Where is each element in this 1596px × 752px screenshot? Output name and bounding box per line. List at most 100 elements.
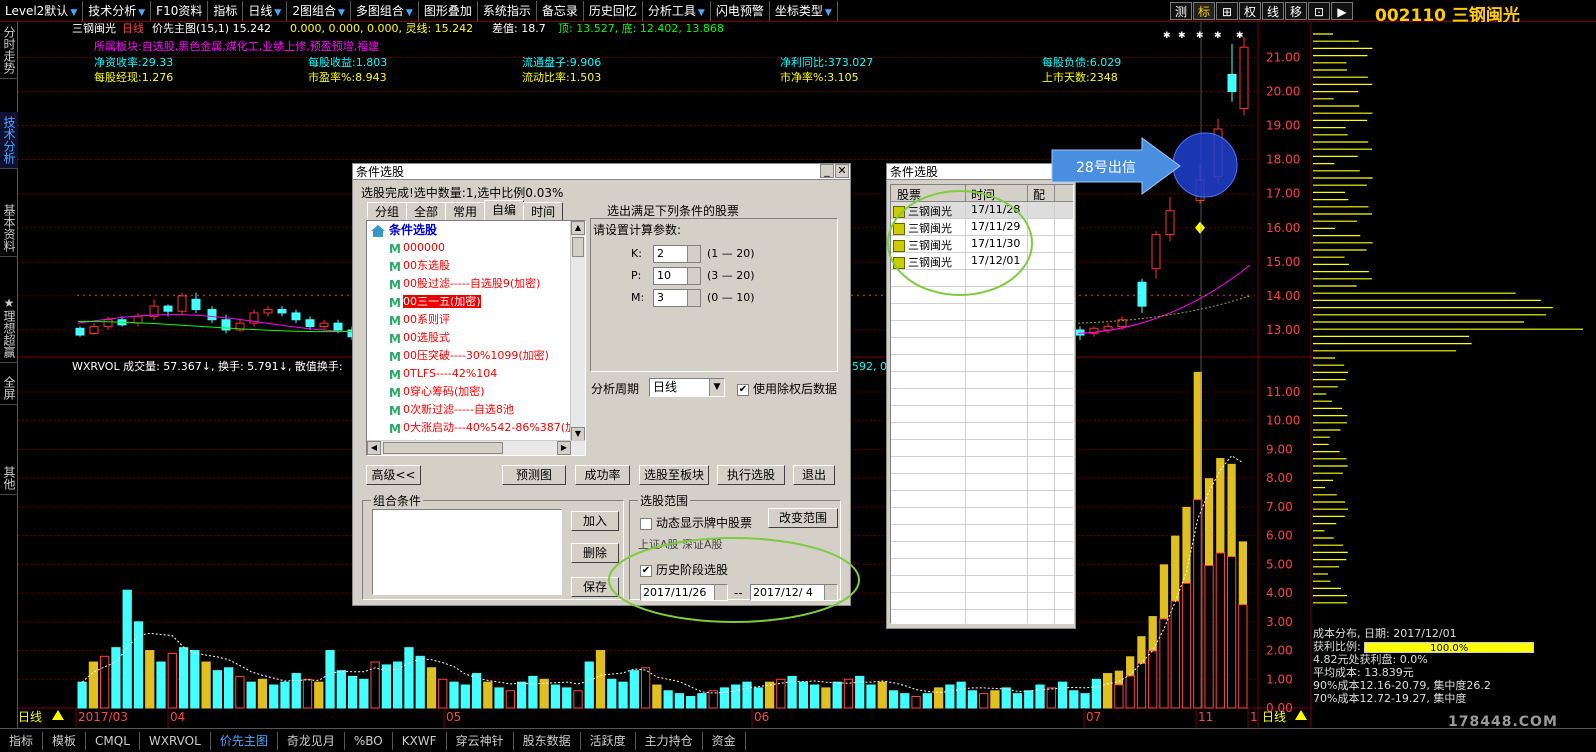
change-range-button[interactable]: 改变范围 — [768, 508, 838, 528]
date-to-spinner[interactable] — [824, 585, 837, 600]
menu-item-7[interactable]: 图形叠加 — [419, 0, 478, 21]
dialog-tab-1[interactable]: 全部 — [406, 202, 447, 220]
combo-list[interactable] — [372, 509, 562, 595]
menu-item-6[interactable]: 多图组合 ▼ — [351, 0, 419, 21]
history-row[interactable]: ✔ 历史阶段选股 — [640, 561, 728, 578]
result-row[interactable]: 三钢闽光 17/11/28 — [891, 202, 1073, 219]
param-input[interactable]: 3 — [653, 289, 701, 307]
date-to-input[interactable]: 2017/12/ 4 — [750, 584, 838, 601]
dropdown-arrow-icon[interactable]: ▼ — [825, 8, 832, 18]
tree-item[interactable]: M 0穿心筹码(加密) — [367, 383, 585, 401]
tree-item[interactable]: M 0大涨启动---40%542-86%387(加 — [367, 419, 585, 437]
result-row[interactable]: 三钢闽光 17/11/30 — [891, 236, 1073, 253]
toolbar-button-1[interactable]: 标 — [1193, 2, 1215, 20]
bottom-tab-3[interactable]: WXRVOL — [140, 731, 211, 750]
bottom-tab-6[interactable]: %BO — [345, 731, 393, 750]
menu-item-0[interactable]: Level2默认 ▼ — [0, 0, 84, 21]
left-tab-4[interactable]: 全屏 — [0, 372, 18, 405]
dropdown-arrow-icon[interactable]: ▼ — [338, 8, 345, 18]
toolbar-button-4[interactable]: 线 — [1262, 2, 1284, 20]
combo-button-2[interactable]: 保存 — [571, 577, 619, 597]
dropdown-arrow-icon[interactable]: ▼ — [274, 8, 281, 18]
result-row[interactable] — [891, 270, 1073, 287]
bottom-tab-8[interactable]: 穿云神针 — [447, 731, 514, 750]
menu-item-12[interactable]: 闪电预警 — [711, 0, 770, 21]
left-tab-0[interactable]: 分时走势 — [0, 22, 18, 79]
menu-item-2[interactable]: F10资料 — [151, 0, 209, 21]
result-row[interactable] — [891, 304, 1073, 321]
dropdown-arrow-icon[interactable]: ▼ — [406, 8, 413, 18]
toolbar-button-2[interactable]: ⊞ — [1216, 2, 1238, 20]
minimize-button[interactable]: _ — [820, 164, 834, 178]
date-from-spinner[interactable] — [714, 585, 727, 600]
menu-item-11[interactable]: 分析工具 ▼ — [643, 0, 711, 21]
menu-item-5[interactable]: 2图组合 ▼ — [287, 0, 351, 21]
result-row[interactable] — [891, 355, 1073, 372]
param-input[interactable]: 2 — [653, 245, 701, 263]
bottom-tab-9[interactable]: 股东数据 — [514, 731, 581, 750]
tree-item[interactable]: M 00选股式 — [367, 329, 585, 347]
result-row[interactable]: 三钢闽光 17/12/01 — [891, 253, 1073, 270]
use-adjusted-checkbox[interactable]: ✔ — [737, 383, 749, 396]
history-checkbox[interactable]: ✔ — [640, 564, 652, 577]
action-button-5[interactable]: 退出 — [793, 465, 835, 485]
left-tab-3[interactable]: ★理想超赢 — [0, 292, 18, 363]
toolbar-button-6[interactable]: ⊡ — [1308, 2, 1330, 20]
close-button[interactable]: ✕ — [835, 164, 849, 178]
toolbar-button-0[interactable]: 测 — [1170, 2, 1192, 20]
spinner-icon[interactable] — [687, 290, 700, 306]
tree-item[interactable]: M 00压突破----30%1099(加密) — [367, 347, 585, 365]
use-adjusted-row[interactable]: ✔ 使用除权后数据 — [737, 380, 837, 397]
combo-button-0[interactable]: 加入 — [571, 511, 619, 531]
left-tab-2[interactable]: 基本资料 — [0, 200, 18, 257]
result-row[interactable] — [891, 508, 1073, 525]
action-button-4[interactable]: 执行选股 — [717, 465, 785, 485]
dropdown-arrow-icon[interactable]: ▼ — [138, 8, 145, 18]
result-row[interactable] — [891, 525, 1073, 542]
result-row[interactable] — [891, 406, 1073, 423]
menu-item-9[interactable]: 备忘录 — [537, 0, 584, 21]
bottom-tab-5[interactable]: 奇龙见月 — [278, 731, 345, 750]
tree-item[interactable]: M 0TLFS----42%104 — [367, 365, 585, 383]
result-row[interactable] — [891, 372, 1073, 389]
dialog-tab-0[interactable]: 分组 — [367, 202, 408, 220]
tree-item[interactable]: M 00东选股 — [367, 257, 585, 275]
dropdown-arrow-icon[interactable]: ▼ — [709, 379, 724, 396]
bottom-tab-10[interactable]: 活跃度 — [581, 731, 636, 750]
col-match[interactable]: 配 — [1033, 186, 1045, 203]
menu-item-13[interactable]: 坐标类型 ▼ — [770, 0, 838, 21]
bottom-tab-0[interactable]: 指标 — [0, 731, 44, 750]
dialog-tab-3[interactable]: 自编 — [484, 200, 525, 220]
toolbar-button-7[interactable]: ▶ — [1331, 2, 1353, 20]
dropdown-arrow-icon[interactable]: ▼ — [698, 8, 705, 18]
action-button-3[interactable]: 选股至板块 — [639, 465, 709, 485]
menu-item-10[interactable]: 历史回忆 — [584, 0, 643, 21]
bottom-tab-1[interactable]: 模板 — [43, 731, 87, 750]
tree-root[interactable]: 条件选股 — [367, 221, 585, 239]
result-row[interactable] — [891, 338, 1073, 355]
period-select[interactable]: 日线 ▼ — [649, 378, 725, 397]
param-input[interactable]: 10 — [653, 267, 701, 285]
bottom-tab-2[interactable]: CMQL — [86, 731, 140, 750]
dynamic-row[interactable]: 动态显示牌中股票 — [640, 514, 752, 531]
result-row[interactable] — [891, 559, 1073, 576]
bottom-tab-12[interactable]: 资金 — [703, 731, 746, 750]
result-row[interactable] — [891, 593, 1073, 610]
result-row[interactable] — [891, 576, 1073, 593]
left-tab-1[interactable]: 技术分析 — [0, 112, 18, 169]
date-from-input[interactable]: 2017/11/26 — [640, 584, 728, 601]
dialog-tab-2[interactable]: 常用 — [445, 202, 486, 220]
result-row[interactable] — [891, 542, 1073, 559]
tree-item[interactable]: M 00系则评 — [367, 311, 585, 329]
bottom-tab-11[interactable]: 主力持仓 — [636, 731, 703, 750]
result-row[interactable] — [891, 491, 1073, 508]
result-row[interactable] — [891, 440, 1073, 457]
action-button-0[interactable]: 高级<< — [366, 465, 421, 485]
bottom-tab-7[interactable]: KXWF — [393, 731, 447, 750]
col-time[interactable]: 时间 — [971, 186, 995, 203]
dropdown-arrow-icon[interactable]: ▼ — [70, 8, 77, 18]
dialog-tab-4[interactable]: 时间 — [523, 202, 564, 220]
menu-item-1[interactable]: 技术分析 ▼ — [83, 0, 152, 21]
left-tab-5[interactable]: 其他 — [0, 462, 18, 495]
tree-hscroll[interactable]: ◀ ▶ — [367, 440, 585, 455]
